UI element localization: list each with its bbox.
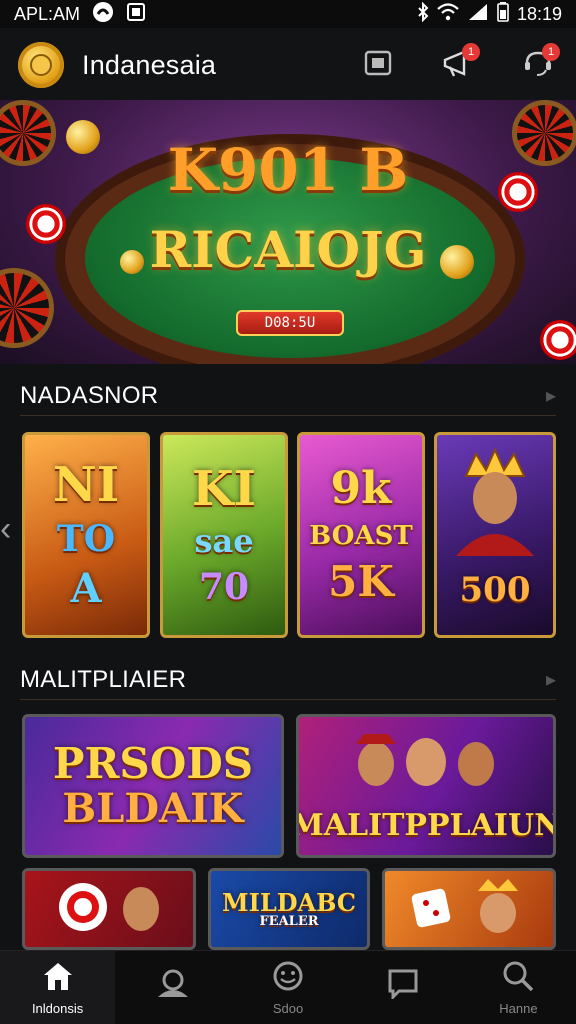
hero-banner[interactable]: K901 B RICAIOJG D08:5U (0, 100, 576, 364)
card2-line1: KI (191, 461, 257, 517)
roulette-wheel-image (0, 268, 54, 348)
battery-icon (497, 1, 509, 27)
nav-emoji[interactable]: Sdoo (230, 951, 345, 1024)
status-right: 18:19 (417, 1, 562, 27)
nav-chat[interactable] (346, 951, 461, 1024)
nav-home-label: Inldonsis (31, 1000, 84, 1016)
card4-line1: 500 (459, 570, 531, 610)
casino-chip-image (540, 320, 576, 360)
bluetooth-icon (417, 1, 429, 27)
malitpplaiun-label: MALITPPLAIUN (296, 808, 556, 843)
card3-line3: 5K (328, 557, 394, 606)
card2-line2: sae (194, 522, 254, 560)
wallet-button[interactable] (358, 45, 398, 85)
app-header: Indanesaia 1 1 (0, 28, 576, 102)
status-left: APL:AM (14, 1, 146, 28)
hero-title-line2: RICAIOJG (149, 220, 427, 279)
dice-icon (404, 877, 534, 942)
card2-line3: 70 (198, 566, 250, 608)
profile-icon (155, 967, 191, 1004)
game-card-mildabc[interactable]: MILDABC FEALER (208, 868, 370, 950)
king-character-icon (452, 446, 538, 561)
nav-profile[interactable] (115, 951, 230, 1024)
card3-line1: 9k (330, 463, 392, 514)
game-card-3[interactable]: 9k BOAST 5K (297, 432, 425, 638)
section2-title: MALITPLIAIER (20, 665, 187, 693)
card1-line1: NI (52, 457, 120, 513)
game-card-malitpplaiun[interactable]: MALITPPLAIUN (296, 714, 556, 858)
game-card-4[interactable]: 500 (434, 432, 556, 638)
game-card-1[interactable]: NI TO A (22, 432, 150, 638)
announcement-button[interactable]: 1 (438, 43, 480, 85)
app-title: Indanesaia (82, 49, 217, 80)
gold-gear-logo-icon[interactable] (18, 42, 64, 88)
status-time-left: APL:AM (14, 3, 81, 24)
section1-header: NADASNOR ▸ (20, 376, 556, 416)
chat-icon (385, 967, 421, 1004)
nav-search[interactable]: Hanne (461, 951, 576, 1024)
nav-home[interactable]: Inldonsis (0, 951, 116, 1024)
status-bar: APL:AM 18:19 (0, 0, 576, 28)
home-icon (40, 960, 76, 997)
search-icon (500, 960, 536, 997)
game-card-2[interactable]: KI sae 70 (160, 432, 288, 638)
signal-icon (467, 3, 489, 26)
support-button[interactable]: 1 (518, 43, 560, 85)
bottom-nav: Inldonsis Sdoo Hanne (0, 950, 576, 1024)
section2-header: MALITPLIAIER ▸ (20, 660, 556, 700)
header-actions: 1 1 (358, 43, 560, 85)
game-card-dice[interactable] (382, 868, 556, 950)
prsods-line1: PRSODS (52, 739, 254, 788)
card1-line2: TO (56, 518, 116, 560)
hero-play-button[interactable]: D08:5U (236, 310, 344, 336)
mildabc-line1: MILDABC (222, 887, 356, 917)
nav-emoji-label: Sdoo (272, 1000, 304, 1016)
hero-title-line1: K901 B (167, 136, 409, 204)
card3-line2: BOAST (309, 521, 413, 551)
section1-more-icon[interactable]: ▸ (546, 383, 556, 408)
carousel-left-chevron-icon[interactable]: ‹ (0, 512, 11, 546)
emoji-icon (270, 960, 306, 997)
announcement-badge: 1 (462, 43, 480, 61)
status-time-right: 18:19 (516, 3, 562, 24)
casino-chip-icon (49, 877, 169, 942)
section2-more-icon[interactable]: ▸ (546, 667, 556, 692)
photo-icon (126, 2, 146, 27)
support-badge: 1 (542, 43, 560, 61)
wifi-icon (437, 2, 459, 26)
wallet-icon (363, 48, 393, 83)
mildabc-line2: FEALER (259, 913, 319, 929)
prsods-line2: BLDAIK (62, 785, 244, 832)
card1-line3: A (70, 565, 102, 612)
section1-title: NADASNOR (20, 381, 159, 409)
players-characters-icon (326, 734, 526, 799)
nav-search-label: Hanne (499, 1000, 538, 1016)
game-card-prsods[interactable]: PRSODS BLDAIK (22, 714, 284, 858)
game-card-chips[interactable] (22, 868, 196, 950)
app-circle-icon (92, 1, 114, 28)
